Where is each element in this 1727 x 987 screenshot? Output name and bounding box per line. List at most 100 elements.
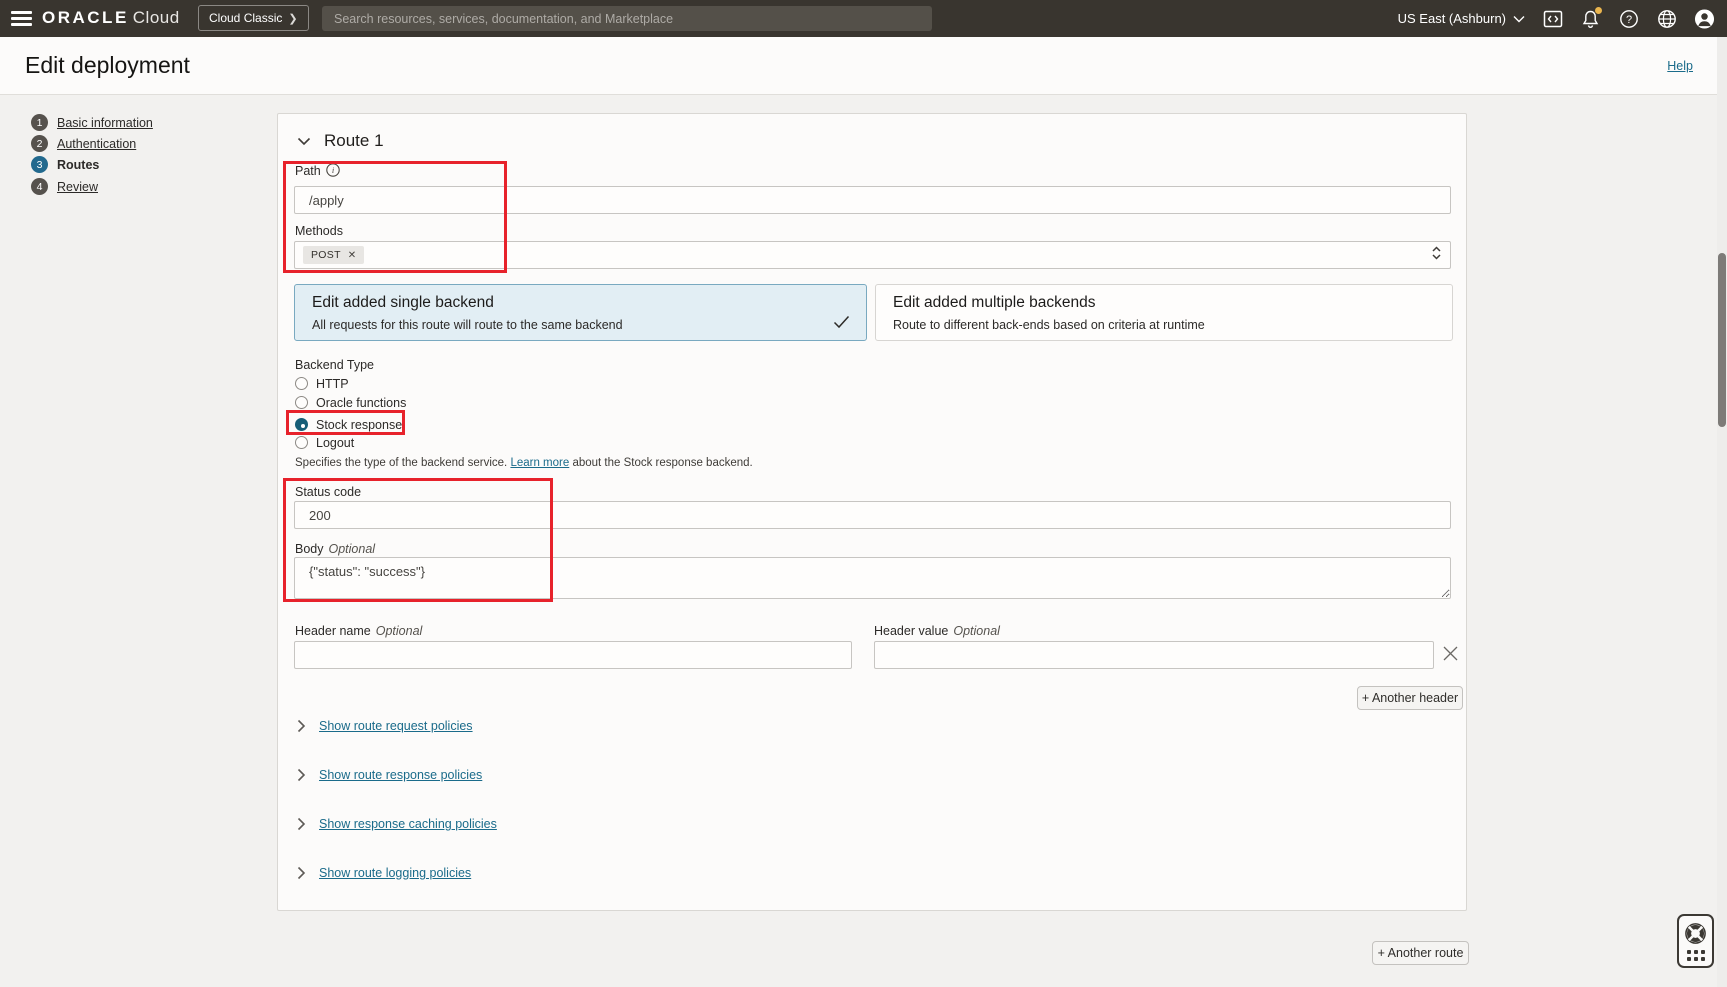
radio-label: Oracle functions (316, 396, 406, 410)
notifications-bell-icon[interactable] (1580, 8, 1601, 29)
life-ring-icon (1684, 922, 1707, 945)
chevron-right-icon (297, 866, 306, 880)
radio-label: Stock response (316, 418, 402, 432)
remove-method-icon[interactable]: ✕ (348, 250, 357, 261)
path-field-label: Pathi (295, 162, 340, 182)
profile-avatar-icon[interactable] (1694, 8, 1715, 29)
radio-oracle-functions[interactable]: Oracle functions (295, 395, 406, 410)
radio-button-selected[interactable] (295, 418, 308, 431)
scrollbar-track[interactable] (1717, 37, 1727, 987)
chevron-down-icon (297, 137, 311, 146)
card-title: Edit added multiple backends (893, 294, 1096, 312)
policy-link[interactable]: Show response caching policies (319, 817, 497, 831)
method-chip-post: POST ✕ (303, 246, 364, 264)
step-label: Routes (57, 158, 99, 172)
page-header: Edit deployment Help (0, 37, 1727, 95)
stepper-item-review[interactable]: 4 Review (31, 178, 98, 195)
policy-link[interactable]: Show route response policies (319, 768, 482, 782)
body-textarea[interactable]: {"status": "success"} (294, 557, 1451, 599)
radio-stock-response[interactable]: Stock response (295, 417, 402, 432)
backend-type-label: Backend Type (295, 358, 374, 372)
radio-label: Logout (316, 436, 354, 450)
topbar-right-controls: US East (Ashburn) ? (1398, 0, 1715, 37)
route-section-header[interactable]: Route 1 (297, 131, 384, 151)
info-icon[interactable]: i (326, 163, 340, 182)
card-subtitle: All requests for this route will route t… (312, 318, 623, 332)
cloud-classic-button[interactable]: Cloud Classic ❯ (198, 5, 309, 31)
stepper-item-authentication[interactable]: 2 Authentication (31, 135, 136, 152)
floating-assistant-widget[interactable] (1677, 914, 1714, 968)
code-editor-icon[interactable] (1542, 8, 1563, 29)
route-logging-policies-toggle[interactable]: Show route logging policies (297, 865, 471, 881)
route-title: Route 1 (324, 131, 384, 151)
notification-dot (1595, 7, 1602, 14)
optional-tag: Optional (953, 624, 1000, 638)
optional-tag: Optional (329, 542, 376, 556)
step-label[interactable]: Review (57, 180, 98, 194)
step-number: 2 (31, 135, 48, 152)
search-input[interactable] (322, 6, 932, 31)
another-route-button[interactable]: + Another route (1372, 941, 1469, 965)
policy-link[interactable]: Show route logging policies (319, 866, 471, 880)
help-link[interactable]: Help (1667, 59, 1693, 73)
response-caching-policies-toggle[interactable]: Show response caching policies (297, 816, 497, 832)
step-number: 1 (31, 114, 48, 131)
region-label: US East (Ashburn) (1398, 11, 1506, 26)
hamburger-menu-icon[interactable] (11, 11, 32, 26)
policy-link[interactable]: Show route request policies (319, 719, 473, 733)
radio-button[interactable] (295, 396, 308, 409)
method-chip-label: POST (311, 249, 341, 261)
another-header-button[interactable]: + Another header (1357, 686, 1463, 710)
select-stepper-icon[interactable] (1431, 245, 1442, 266)
stepper-item-routes[interactable]: 3 Routes (31, 156, 99, 173)
multiple-backends-card[interactable]: Edit added multiple backends Route to di… (875, 284, 1453, 341)
card-title: Edit added single backend (312, 294, 494, 312)
route-form-card: Route 1 Pathi Methods POST ✕ Edit added … (277, 113, 1467, 911)
single-backend-card[interactable]: Edit added single backend All requests f… (294, 284, 867, 341)
svg-text:?: ? (1625, 14, 1631, 26)
svg-text:i: i (332, 165, 335, 175)
radio-button[interactable] (295, 377, 308, 390)
step-number: 3 (31, 156, 48, 173)
radio-label: HTTP (316, 377, 349, 391)
brand-cloud: Cloud (133, 8, 180, 27)
card-subtitle: Route to different back-ends based on cr… (893, 318, 1205, 332)
header-value-input[interactable] (874, 641, 1434, 669)
top-navigation-bar: ORACLECloud Cloud Classic ❯ US East (Ash… (0, 0, 1727, 37)
route-response-policies-toggle[interactable]: Show route response policies (297, 767, 482, 783)
step-label[interactable]: Basic information (57, 116, 153, 130)
chevron-right-icon (297, 719, 306, 733)
methods-field-label: Methods (295, 224, 343, 238)
step-label[interactable]: Authentication (57, 137, 136, 151)
language-globe-icon[interactable] (1656, 8, 1677, 29)
oracle-cloud-console: ORACLECloud Cloud Classic ❯ US East (Ash… (0, 0, 1727, 987)
methods-multiselect[interactable]: POST ✕ (294, 241, 1451, 269)
chevron-right-icon (297, 768, 306, 782)
header-value-label: Header valueOptional (874, 622, 1000, 640)
help-icon[interactable]: ? (1618, 8, 1639, 29)
header-name-label: Header nameOptional (295, 622, 422, 640)
drag-handle-dots-icon[interactable] (1687, 950, 1705, 961)
body-field-label: BodyOptional (295, 540, 375, 558)
radio-http[interactable]: HTTP (295, 376, 349, 391)
oracle-cloud-logo[interactable]: ORACLECloud (42, 8, 180, 28)
status-code-label: Status code (295, 485, 361, 499)
chevron-right-icon: ❯ (288, 12, 297, 25)
helper-prefix: Specifies the type of the backend servic… (295, 457, 510, 469)
radio-logout[interactable]: Logout (295, 435, 354, 450)
remove-header-icon[interactable] (1442, 645, 1459, 667)
backend-type-helper-text: Specifies the type of the backend servic… (295, 457, 753, 469)
header-name-input[interactable] (294, 641, 852, 669)
scrollbar-thumb[interactable] (1718, 253, 1726, 427)
route-request-policies-toggle[interactable]: Show route request policies (297, 718, 473, 734)
region-selector[interactable]: US East (Ashburn) (1398, 11, 1525, 26)
step-number: 4 (31, 178, 48, 195)
checkmark-icon (833, 315, 850, 334)
page-title: Edit deployment (25, 52, 190, 79)
path-input[interactable] (294, 186, 1451, 214)
radio-button[interactable] (295, 436, 308, 449)
status-code-input[interactable] (294, 501, 1451, 529)
stepper-item-basic-information[interactable]: 1 Basic information (31, 114, 153, 131)
optional-tag: Optional (376, 624, 423, 638)
learn-more-link[interactable]: Learn more (510, 457, 569, 469)
